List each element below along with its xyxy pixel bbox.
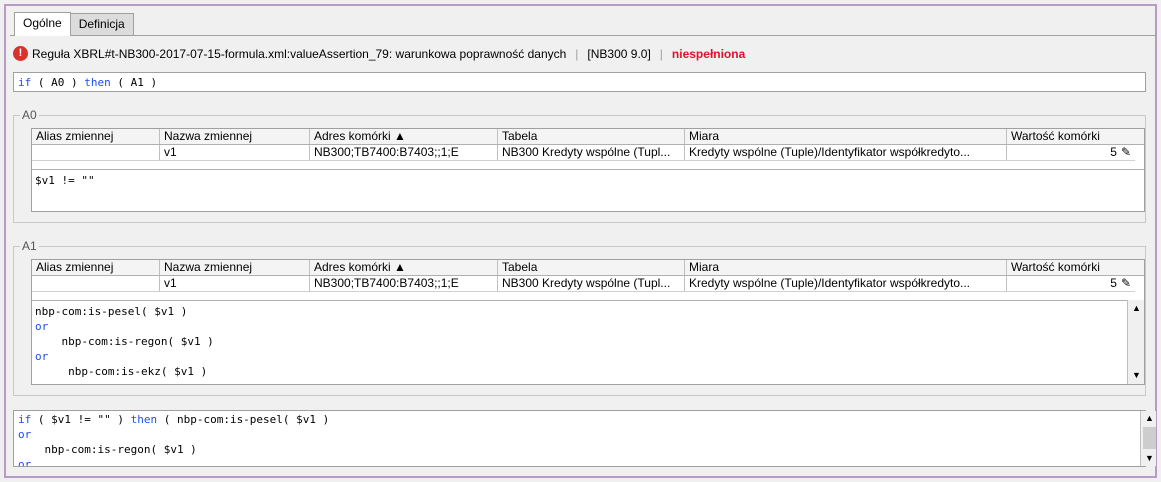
cell-table: NB300 Kredyty wspólne (Tupl... (498, 276, 685, 292)
cell-address: NB300;TB7400:B7403;;1;E (310, 145, 498, 161)
cell-table: NB300 Kredyty wspólne (Tupl... (498, 145, 685, 161)
col-measure[interactable]: Miara (685, 129, 1007, 144)
col-table[interactable]: Tabela (498, 260, 685, 275)
pencil-icon[interactable]: ✎ (1121, 145, 1131, 160)
grid-header: Alias zmiennej Nazwa zmiennej Adres komó… (32, 260, 1144, 276)
col-address[interactable]: Adres komórki ▲ (310, 260, 498, 275)
scroll-up-icon[interactable]: ▲ (1142, 411, 1157, 426)
col-name[interactable]: Nazwa zmiennej (160, 129, 310, 144)
cell-address: NB300;TB7400:B7403;;1;E (310, 276, 498, 292)
grid-header: Alias zmiennej Nazwa zmiennej Adres komó… (32, 129, 1144, 145)
kw-then: then (130, 413, 158, 426)
text-cond: ( $v1 != "" ) (31, 413, 131, 426)
cell-name: v1 (160, 145, 310, 161)
expr-line-or: or (35, 320, 49, 333)
expr-line: nbp-com:is-ekz( $v1 ) (35, 365, 208, 378)
tab-definicja[interactable]: Definicja (69, 13, 134, 35)
scroll-up-icon[interactable]: ▲ (1129, 301, 1144, 316)
kw-if: if (18, 413, 32, 426)
cell-measure: Kredyty wspólne (Tuple)/Identyfikator ws… (685, 145, 1007, 161)
rule-status-line: ! Reguła XBRL#t-NB300-2017-07-15-formula… (13, 46, 745, 61)
error-icon: ! (13, 46, 28, 61)
group-a1-label: A1 (20, 239, 39, 253)
formula-then: then (84, 76, 111, 89)
separator: | (575, 46, 579, 61)
cell-value-text: 5 (1110, 276, 1117, 290)
combined-line: if ( $v1 != "" ) then ( nbp-com:is-pesel… (18, 412, 1141, 427)
table-row[interactable]: v1 NB300;TB7400:B7403;;1;E NB300 Kredyty… (32, 276, 1144, 292)
rule-name: Reguła XBRL#t-NB300-2017-07-15-formula.x… (32, 46, 567, 61)
separator: | (659, 46, 663, 61)
table-row[interactable]: v1 NB300;TB7400:B7403;;1;E NB300 Kredyty… (32, 145, 1144, 161)
col-alias[interactable]: Alias zmiennej (32, 260, 160, 275)
scrollbar-bottom[interactable]: ▲ ▼ (1140, 411, 1156, 466)
tab-bar: Ogólne Definicja (14, 12, 134, 36)
col-value[interactable]: Wartość komórki (1007, 129, 1135, 144)
combined-line-or: or (18, 428, 32, 441)
text-body: ( nbp-com:is-pesel( $v1 ) (157, 413, 330, 426)
col-alias[interactable]: Alias zmiennej (32, 129, 160, 144)
variables-grid-a1: Alias zmiennej Nazwa zmiennej Adres komó… (31, 259, 1145, 385)
tab-ogolne[interactable]: Ogólne (14, 12, 71, 36)
expression-box-a1[interactable]: nbp-com:is-pesel( $v1 ) or nbp-com:is-reg… (32, 300, 1127, 384)
combined-expression-box[interactable]: if ( $v1 != "" ) then ( nbp-com:is-pesel… (13, 410, 1146, 467)
rule-status: niespełniona (671, 46, 746, 61)
formula-rest: ( A1 ) (110, 76, 158, 89)
expression-a0: $v1 != "" (35, 174, 95, 187)
formula-cond: ( A0 ) (31, 76, 85, 89)
expr-line: nbp-com:is-pesel( $v1 ) (35, 305, 188, 318)
scrollbar-a1[interactable]: ▲ ▼ (1127, 300, 1144, 384)
tab-divider (10, 35, 1157, 36)
combined-line: nbp-com:is-regon( $v1 ) (18, 443, 197, 456)
scrollbar-thumb[interactable] (1143, 427, 1156, 449)
col-table[interactable]: Tabela (498, 129, 685, 144)
scroll-down-icon[interactable]: ▼ (1142, 451, 1157, 466)
pencil-icon[interactable]: ✎ (1121, 276, 1131, 291)
formula-if: if (18, 76, 32, 89)
cell-alias (32, 145, 160, 161)
col-name[interactable]: Nazwa zmiennej (160, 260, 310, 275)
cell-value[interactable]: 5 ✎ (1007, 276, 1135, 292)
cell-measure: Kredyty wspólne (Tuple)/Identyfikator ws… (685, 276, 1007, 292)
expression-box-a0[interactable]: $v1 != "" (32, 169, 1144, 211)
combined-line-or: or (18, 458, 32, 467)
expr-line: nbp-com:is-regon( $v1 ) (35, 335, 214, 348)
formula-box[interactable]: if ( A0 ) then ( A1 ) (13, 72, 1146, 92)
cell-name: v1 (160, 276, 310, 292)
variables-grid-a0: Alias zmiennej Nazwa zmiennej Adres komó… (31, 128, 1145, 212)
expr-line-or: or (35, 350, 49, 363)
group-a0-label: A0 (20, 108, 39, 122)
cell-value-text: 5 (1110, 145, 1117, 159)
rule-version: [NB300 9.0] (587, 46, 651, 61)
scroll-down-icon[interactable]: ▼ (1129, 368, 1144, 383)
col-measure[interactable]: Miara (685, 260, 1007, 275)
col-value[interactable]: Wartość komórki (1007, 260, 1135, 275)
cell-value[interactable]: 5 ✎ (1007, 145, 1135, 161)
cell-alias (32, 276, 160, 292)
col-address[interactable]: Adres komórki ▲ (310, 129, 498, 144)
